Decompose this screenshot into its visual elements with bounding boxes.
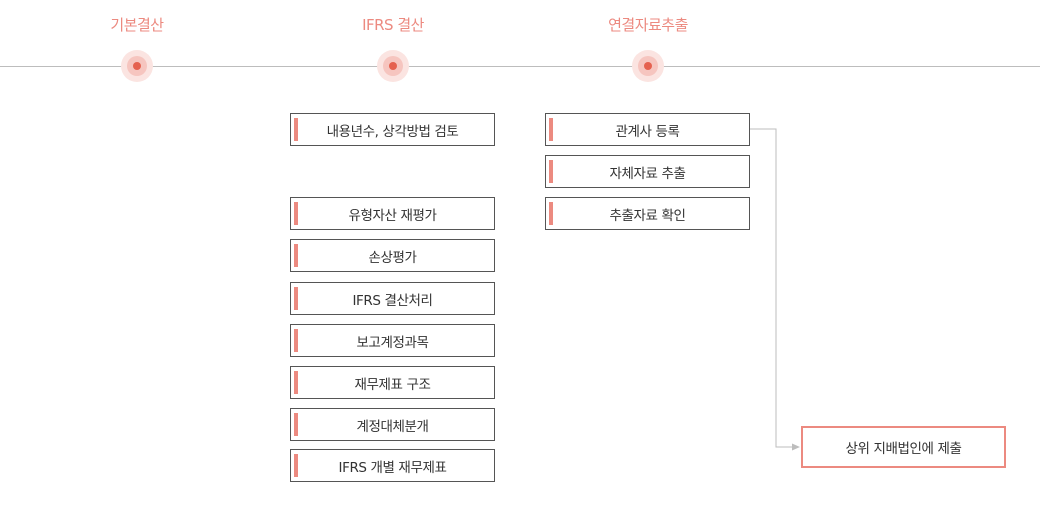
timeline-line — [0, 66, 1040, 67]
phase-marker-icon — [632, 50, 664, 82]
step-label: 유형자산 재평가 — [348, 207, 437, 224]
step-label: 추출자료 확인 — [609, 207, 686, 224]
phase-label-basic-closing: 기본결산 — [110, 16, 164, 34]
step-label: 관계사 등록 — [615, 123, 680, 140]
phase-label-consolidation-extract: 연결자료추출 — [608, 16, 688, 34]
accent-bar — [294, 413, 298, 436]
step-asset-revaluation: 유형자산 재평가 — [290, 197, 495, 230]
step-label: IFRS 결산처리 — [352, 292, 433, 309]
accent-bar — [294, 287, 298, 310]
step-reclassification-entries: 계정대체분개 — [290, 408, 495, 441]
accent-bar — [549, 202, 553, 225]
accent-bar — [294, 202, 298, 225]
step-label: 재무제표 구조 — [354, 376, 431, 393]
phase-label-ifrs-closing: IFRS 결산 — [362, 16, 424, 34]
step-label: 자체자료 추출 — [609, 165, 686, 182]
step-reporting-accounts: 보고계정과목 — [290, 324, 495, 357]
step-ifrs-processing: IFRS 결산처리 — [290, 282, 495, 315]
step-label: 계정대체분개 — [356, 418, 429, 435]
step-extracted-data-check: 추출자료 확인 — [545, 197, 750, 230]
accent-bar — [549, 118, 553, 141]
accent-bar — [294, 118, 298, 141]
accent-bar — [294, 454, 298, 477]
accent-bar — [294, 329, 298, 352]
step-impairment: 손상평가 — [290, 239, 495, 272]
step-label: IFRS 개별 재무제표 — [338, 459, 447, 476]
accent-bar — [294, 371, 298, 394]
step-ifrs-separate-statements: IFRS 개별 재무제표 — [290, 449, 495, 482]
step-label: 손상평가 — [368, 249, 417, 266]
step-affiliate-registration: 관계사 등록 — [545, 113, 750, 146]
step-label: 내용년수, 상각방법 검토 — [326, 123, 459, 140]
step-label: 보고계정과목 — [356, 334, 429, 351]
phase-marker-icon — [377, 50, 409, 82]
step-useful-life-review: 내용년수, 상각방법 검토 — [290, 113, 495, 146]
step-own-data-extract: 자체자료 추출 — [545, 155, 750, 188]
accent-bar — [549, 160, 553, 183]
step-statement-structure: 재무제표 구조 — [290, 366, 495, 399]
phase-marker-icon — [121, 50, 153, 82]
step-submit-to-parent: 상위 지배법인에 제출 — [801, 426, 1006, 468]
accent-bar — [294, 244, 298, 267]
final-step-label: 상위 지배법인에 제출 — [845, 441, 962, 457]
